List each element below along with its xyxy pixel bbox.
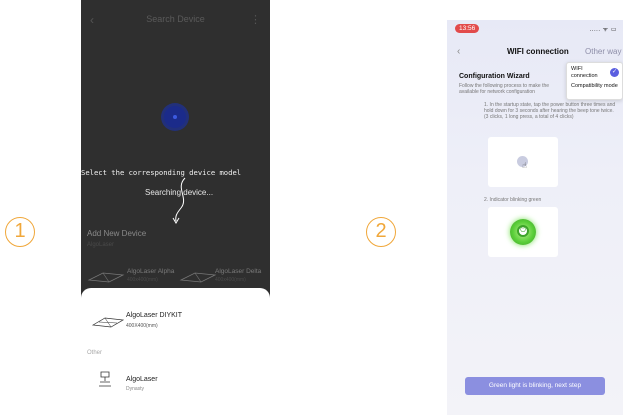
- device-size: 400x400(mm): [127, 277, 158, 283]
- add-device-subtitle: AlgoLaser: [87, 242, 115, 248]
- other-section-label: Other: [87, 350, 103, 356]
- device-card[interactable]: AlgoLaser Alpha 400x400(mm): [85, 264, 177, 288]
- radar-icon: [164, 106, 186, 128]
- hand-tap-icon: ☝: [522, 161, 527, 170]
- check-circle-icon: ✓: [610, 68, 619, 77]
- connection-mode-popup: WIFI connection ✓ Compatibility mode: [566, 62, 623, 100]
- device1-size: 400X400(mm): [126, 323, 158, 329]
- page-title: Search Device: [146, 14, 205, 24]
- next-step-button[interactable]: Green light is blinking, next step: [465, 377, 605, 395]
- status-icons: ..... ᯤ ▭: [589, 27, 617, 33]
- wifi-connection-option[interactable]: WIFI connection: [571, 66, 607, 79]
- laser-machine-icon: [179, 272, 217, 283]
- green-indicator-icon: ⏻: [510, 219, 536, 245]
- device2-name[interactable]: AlgoLaser: [126, 376, 158, 383]
- wizard-title: Configuration Wizard: [459, 73, 530, 80]
- step-2-badge: 2: [366, 217, 396, 247]
- header: ‹ Search Device ⋮: [81, 0, 270, 40]
- power-icon: ⏻: [517, 225, 529, 237]
- step2-instruction: 2. Indicator blinking green: [484, 197, 542, 203]
- green-indicator-illustration: ⏻: [488, 207, 558, 257]
- page-title: WIFI connection: [507, 47, 569, 56]
- step-1-badge: 1: [5, 217, 35, 247]
- status-time: 13:56: [455, 24, 480, 33]
- laser-kit-icon: [92, 317, 124, 328]
- device-size: 400x400(mm): [215, 277, 246, 283]
- device-card[interactable]: AlgoLaser Delta 400x400(mm): [177, 264, 269, 288]
- wizard-description: Follow the following process to make the…: [459, 83, 550, 95]
- device-name: AlgoLaser Alpha: [127, 268, 175, 275]
- device-bottom-sheet: AlgoLaser DIYKIT 400X400(mm) Other AlgoL…: [81, 288, 270, 415]
- searching-status: Searching device...: [145, 188, 214, 197]
- annotation-arrow-icon: [172, 177, 186, 224]
- step1-instruction: 1. In the startup state, tap the power b…: [484, 102, 616, 120]
- more-vertical-icon[interactable]: ⋮: [250, 13, 261, 26]
- other-way-button[interactable]: Other way: [585, 47, 621, 56]
- laser-module-icon: [99, 371, 111, 387]
- device1-name[interactable]: AlgoLaser DIYKIT: [126, 312, 182, 319]
- add-device-title: Add New Device: [87, 229, 147, 238]
- device2-subtitle: Dynasty: [126, 386, 145, 392]
- laser-machine-icon: [87, 272, 125, 283]
- phone-screen-wifi-connection: 13:56 ..... ᯤ ▭ ‹ WIFI connection Other …: [447, 20, 623, 415]
- compatibility-mode-option[interactable]: Compatibility mode: [571, 83, 621, 90]
- device-name: AlgoLaser Delta: [215, 268, 262, 275]
- chevron-left-icon[interactable]: ‹: [457, 46, 460, 57]
- power-button-illustration: ☝: [488, 137, 558, 187]
- phone-screen-search-device: ‹ Search Device ⋮ Select the correspondi…: [81, 0, 270, 415]
